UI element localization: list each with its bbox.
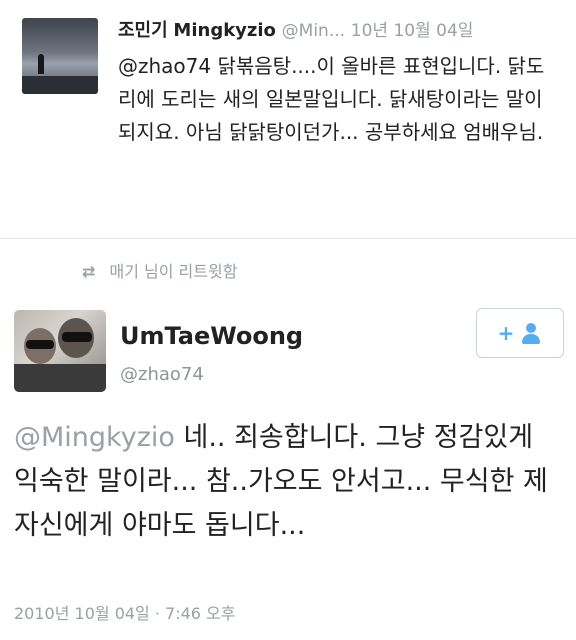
reply-header: 조민기 Mingkyzio @Min... 10년 10월 04일 [118, 16, 558, 42]
sunglasses-1 [26, 340, 54, 349]
tweet-timestamp[interactable]: 2010년 10월 04일 · 7:46 오후 [14, 600, 235, 624]
follow-button[interactable]: + [476, 308, 564, 358]
avatar-figure [38, 54, 44, 74]
tweet-text: @Mingkyzio 네.. 죄송합니다. 그냥 정감있게 익숙한 말이라...… [14, 416, 564, 548]
mention-link[interactable]: @Mingkyzio [14, 422, 175, 453]
avatar[interactable] [22, 18, 98, 94]
reply-screen-name[interactable]: Mingkyzio [173, 20, 276, 41]
retweet-text[interactable]: 매기 님이 리트윗함 [110, 262, 238, 281]
avatar-body [14, 364, 106, 392]
reply-text: @zhao74 닭볶음탕....이 올바른 표현입니다. 닭도리에 도리는 새의… [118, 54, 545, 144]
divider [0, 238, 576, 239]
reply-tweet: 조민기 Mingkyzio @Min... 10년 10월 04일 @zhao7… [0, 0, 576, 232]
person-icon [520, 322, 542, 344]
reply-time[interactable]: 10년 10월 04일 [351, 21, 474, 41]
avatar-ground [22, 76, 98, 94]
retweet-context: ⇄ 매기 님이 리트윗함 [82, 258, 237, 282]
sunglasses-2 [62, 332, 92, 342]
display-name[interactable]: UmTaeWoong [120, 322, 303, 350]
retweet-icon: ⇄ [82, 262, 95, 281]
plus-icon: + [497, 321, 515, 345]
avatar[interactable] [14, 310, 106, 392]
reply-handle[interactable]: @Min... [282, 21, 345, 41]
user-handle[interactable]: @zhao74 [120, 364, 204, 385]
reply-display-name[interactable]: 조민기 [118, 20, 168, 41]
